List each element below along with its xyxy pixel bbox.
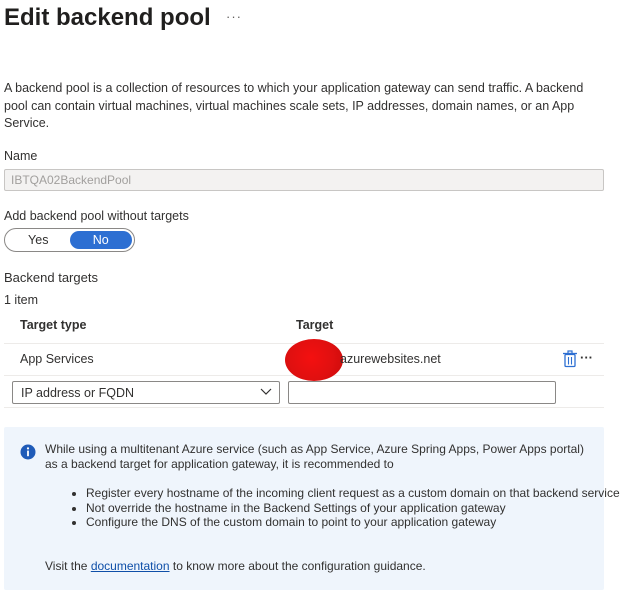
redaction-mark — [285, 339, 343, 381]
list-item: Register every hostname of the incoming … — [86, 486, 620, 501]
visit-prefix: Visit the — [45, 559, 88, 573]
row-divider — [4, 407, 604, 408]
description-text: A backend pool is a collection of resour… — [4, 81, 584, 130]
column-header-target: Target — [296, 318, 334, 332]
trash-icon[interactable] — [562, 350, 578, 368]
item-count: 1 item — [4, 293, 39, 307]
table-row-target-type: App Services — [20, 352, 94, 366]
name-input[interactable] — [4, 169, 604, 191]
info-text: While using a multitenant Azure service … — [45, 442, 584, 471]
row-more-button[interactable]: ··· — [580, 350, 593, 365]
target-type-select[interactable]: IP address or FQDN — [12, 381, 280, 404]
page-title: Edit backend pool — [4, 4, 211, 31]
info-icon — [20, 444, 36, 460]
table-row-target: azurewebsites.net — [340, 352, 441, 366]
documentation-link[interactable]: documentation — [91, 559, 170, 573]
column-header-target-type: Target type — [20, 318, 87, 332]
without-targets-label: Add backend pool without targets — [4, 209, 189, 223]
backend-targets-heading: Backend targets — [4, 270, 98, 285]
visit-suffix: to know more about the configuration gui… — [172, 559, 426, 573]
target-input[interactable] — [288, 381, 556, 404]
visit-text: Visit the documentation to know more abo… — [45, 559, 426, 573]
chevron-down-icon — [259, 386, 273, 400]
list-item: Configure the DNS of the custom domain t… — [86, 515, 620, 530]
toggle-option-yes[interactable]: Yes — [7, 231, 70, 249]
list-item: Not override the hostname in the Backend… — [86, 501, 620, 516]
toggle-option-no[interactable]: No — [69, 231, 132, 249]
without-targets-toggle[interactable]: Yes No — [4, 228, 135, 252]
info-bullet-list: Register every hostname of the incoming … — [56, 486, 620, 530]
name-label: Name — [4, 149, 38, 163]
target-type-selected: IP address or FQDN — [21, 385, 135, 400]
more-actions-button[interactable]: ··· — [226, 9, 242, 24]
